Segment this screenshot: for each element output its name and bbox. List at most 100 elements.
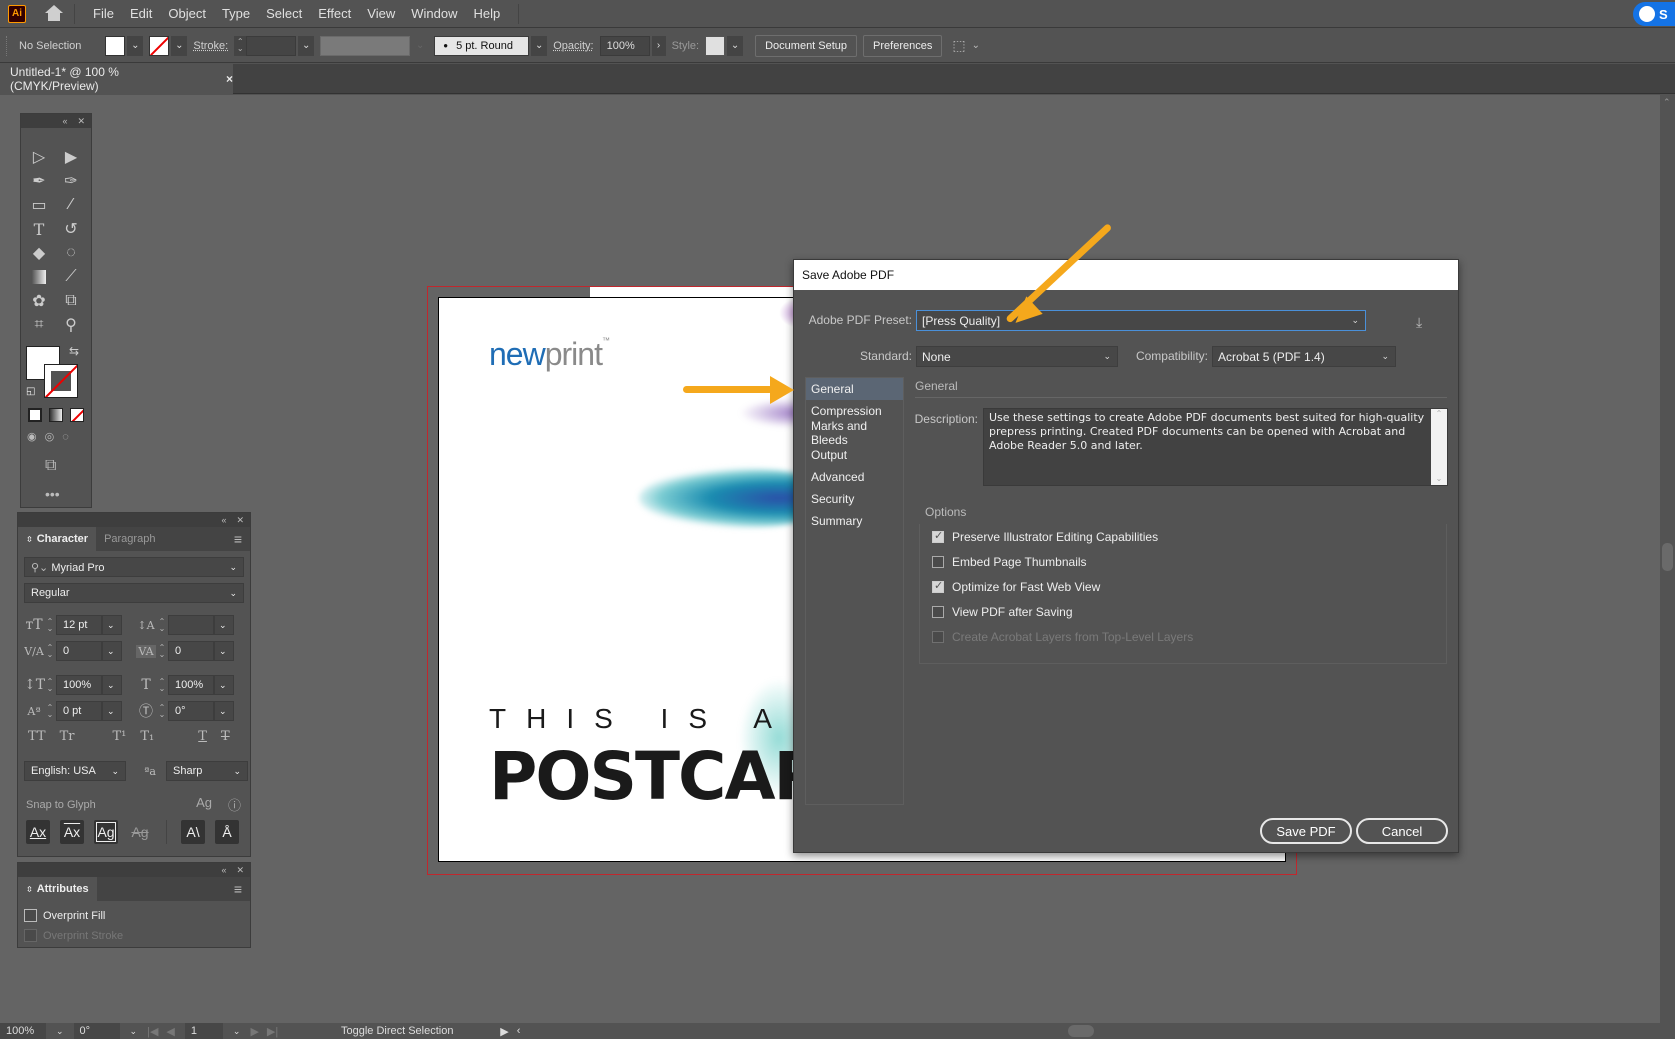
shape-builder-tool-icon[interactable]: ⧉: [59, 290, 83, 312]
draw-modes-icon[interactable]: ◉◎◌: [27, 430, 77, 443]
graphic-style-swatch[interactable]: [705, 35, 726, 56]
menu-effect[interactable]: Effect: [310, 6, 359, 21]
glyph-bounds-snap-button[interactable]: Ag: [94, 820, 118, 844]
font-family-select[interactable]: ⚲⌄ Myriad Pro ⌄: [24, 557, 244, 577]
vertical-scrollbar[interactable]: ⌃: [1660, 95, 1675, 1023]
gradient-tool-icon[interactable]: [27, 266, 51, 288]
baseline-shift-dropdown[interactable]: ⌄: [102, 701, 122, 721]
opacity-expand[interactable]: ›: [651, 35, 666, 56]
cancel-button[interactable]: Cancel: [1356, 818, 1448, 844]
scroll-up-icon[interactable]: ⌃: [1431, 409, 1447, 418]
artboard-number-input[interactable]: 1: [184, 1023, 223, 1039]
direct-selection-tool-icon[interactable]: ▶: [59, 146, 83, 168]
tab-character[interactable]: ⇳ Character: [18, 527, 97, 551]
curvature-tool-icon[interactable]: ✑: [59, 170, 83, 192]
brush-definition[interactable]: ● 5 pt. Round: [434, 35, 530, 56]
horizontal-scroll-thumb[interactable]: [1068, 1025, 1094, 1037]
description-scrollbar[interactable]: ⌃ ⌄: [1431, 409, 1447, 485]
zoom-dropdown[interactable]: ⌄: [56, 1026, 64, 1037]
zoom-input[interactable]: 100%: [0, 1023, 46, 1039]
collapse-icon[interactable]: «: [221, 515, 226, 525]
eraser-tool-icon[interactable]: ◆: [27, 242, 51, 264]
all-caps-icon[interactable]: TT: [28, 729, 46, 744]
rotation-dropdown[interactable]: ⌄: [214, 701, 234, 721]
horizontal-scale-dropdown[interactable]: ⌄: [214, 675, 234, 695]
last-artboard-icon[interactable]: ▶|: [267, 1025, 278, 1038]
swap-colors-icon[interactable]: ⇆: [69, 344, 79, 358]
nav-general[interactable]: General: [806, 378, 903, 400]
artboard-dropdown[interactable]: ⌄: [233, 1026, 241, 1037]
underline-icon[interactable]: T: [198, 729, 207, 744]
share-button[interactable]: S: [1633, 2, 1675, 26]
embed-thumbnails-checkbox[interactable]: [932, 556, 944, 568]
info-icon[interactable]: ⓘ: [228, 795, 241, 814]
menu-edit[interactable]: Edit: [122, 6, 160, 21]
overprint-stroke-checkbox[interactable]: [24, 929, 37, 942]
anchor-point-button[interactable]: Å: [215, 820, 239, 844]
vertical-scale-dropdown[interactable]: ⌄: [102, 675, 122, 695]
font-size-dropdown[interactable]: ⌄: [102, 615, 122, 635]
stroke-weight-stepper[interactable]: ⌃ ⌄: [234, 35, 247, 56]
lasso-tool-icon[interactable]: ◌: [59, 242, 83, 264]
option-embed-thumbnails[interactable]: Embed Page Thumbnails: [932, 555, 1087, 569]
pen-tool-icon[interactable]: ✒: [27, 170, 51, 192]
leading-dropdown[interactable]: ⌄: [214, 615, 234, 635]
font-style-select[interactable]: Regular ⌄: [24, 583, 244, 603]
preserve-editing-checkbox[interactable]: [932, 529, 944, 543]
close-icon[interactable]: ✕: [236, 515, 244, 526]
baseline-snap-button[interactable]: Ax: [26, 820, 50, 844]
language-select[interactable]: English: USA ⌄: [24, 761, 126, 781]
brush-dropdown[interactable]: ⌄: [531, 35, 548, 56]
menu-window[interactable]: Window: [403, 6, 465, 21]
fill-swatch[interactable]: [105, 35, 126, 56]
panel-header[interactable]: «✕: [21, 114, 91, 128]
scroll-left-icon[interactable]: ‹: [517, 1025, 521, 1037]
scroll-thumb[interactable]: [1662, 543, 1673, 571]
zoom-tool-icon[interactable]: ⚲: [59, 314, 83, 336]
stroke-label[interactable]: Stroke:: [193, 40, 228, 52]
tracking-dropdown[interactable]: ⌄: [214, 641, 234, 661]
stroke-color-dropdown[interactable]: ⌄: [171, 35, 188, 56]
document-tab[interactable]: Untitled-1* @ 100 % (CMYK/Preview) ×: [0, 64, 233, 94]
stroke-weight-dropdown[interactable]: ⌄: [298, 35, 315, 56]
panel-menu-icon[interactable]: ≡: [226, 527, 250, 551]
home-icon[interactable]: [44, 4, 64, 23]
tab-paragraph[interactable]: Paragraph: [96, 527, 163, 551]
panel-menu-icon[interactable]: ≡: [226, 877, 250, 901]
variable-width-profile[interactable]: [320, 35, 411, 56]
menu-select[interactable]: Select: [258, 6, 310, 21]
option-preserve-editing[interactable]: Preserve Illustrator Editing Capabilitie…: [932, 529, 1158, 544]
select-similar-dropdown[interactable]: ⌄: [972, 40, 980, 51]
superscript-icon[interactable]: T¹: [112, 729, 126, 744]
horizontal-scale-stepper[interactable]: ⌃ ⌄: [156, 678, 168, 693]
save-preset-icon[interactable]: ⤓: [1416, 314, 1422, 331]
grip-handle[interactable]: [6, 35, 9, 56]
option-view-after-saving[interactable]: View PDF after Saving: [932, 605, 1073, 619]
collapse-icon[interactable]: «: [62, 116, 67, 126]
anti-alias-select[interactable]: Sharp ⌄: [166, 761, 248, 781]
color-mode-icon[interactable]: [28, 408, 42, 422]
kerning-stepper[interactable]: ⌃ ⌄: [44, 644, 56, 659]
panel-header[interactable]: «✕: [18, 863, 250, 877]
overprint-fill-checkbox[interactable]: [24, 909, 37, 922]
rotation-dropdown[interactable]: ⌄: [130, 1026, 138, 1037]
font-size-stepper[interactable]: ⌃ ⌄: [44, 618, 56, 633]
tracking-stepper[interactable]: ⌃ ⌄: [156, 644, 168, 659]
vertical-scale-stepper[interactable]: ⌃ ⌄: [44, 678, 56, 693]
strikethrough-icon[interactable]: T: [221, 729, 230, 744]
font-size-input[interactable]: 12 pt: [56, 615, 102, 635]
horizontal-scale-input[interactable]: 100%: [168, 675, 214, 695]
default-colors-icon[interactable]: ◱: [26, 386, 35, 397]
fill-dropdown[interactable]: ⌄: [127, 35, 144, 56]
menu-view[interactable]: View: [359, 6, 403, 21]
vertical-scale-input[interactable]: 100%: [56, 675, 102, 695]
opacity-input[interactable]: 100%: [599, 35, 650, 56]
menu-file[interactable]: File: [85, 6, 122, 21]
nav-marks-and-bleeds[interactable]: Marks and Bleeds: [806, 419, 903, 447]
menu-type[interactable]: Type: [214, 6, 258, 21]
previous-artboard-icon[interactable]: ◀: [166, 1025, 174, 1038]
style-dropdown[interactable]: ⌄: [727, 35, 744, 56]
rotation-stepper[interactable]: ⌃ ⌄: [156, 704, 168, 719]
scroll-up-icon[interactable]: ⌃: [1663, 97, 1671, 108]
paintbrush-tool-icon[interactable]: ⁄: [59, 194, 83, 216]
